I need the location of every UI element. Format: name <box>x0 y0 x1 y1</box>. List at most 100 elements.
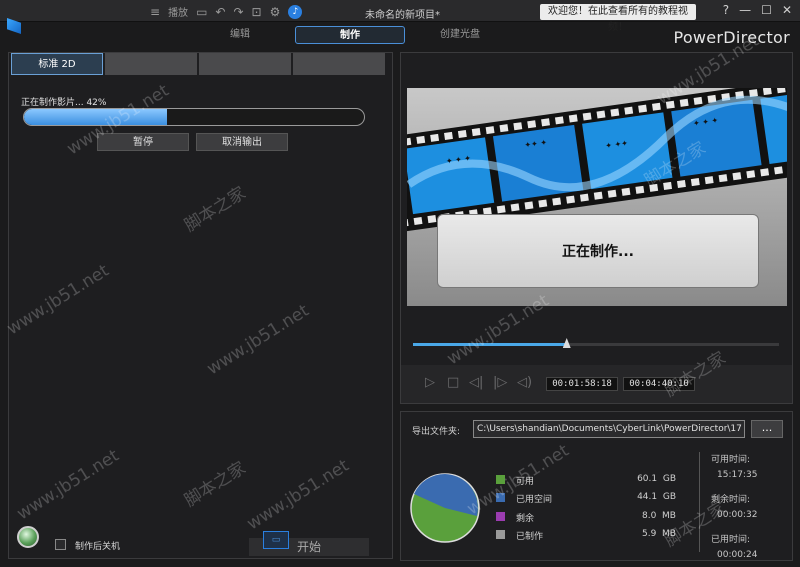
progress-label: 正在制作影片... 42% <box>21 98 107 108</box>
menu-icon[interactable]: ≡ <box>150 5 160 19</box>
film-sprocket <box>566 195 575 204</box>
help-icon[interactable]: ? <box>723 3 729 17</box>
legend-swatch <box>496 475 505 484</box>
film-sprocket <box>732 172 742 181</box>
export-panel: 导出文件夹: C:\Users\shandian\Documents\Cyber… <box>400 411 793 561</box>
film-sprocket <box>651 102 661 111</box>
redo-icon[interactable]: ↷ <box>233 5 243 19</box>
film-sprocket <box>690 178 700 187</box>
screen-icon[interactable]: ▭ <box>196 5 207 19</box>
current-time: 00:01:58:18 <box>546 377 618 391</box>
export-folder-label: 导出文件夹: <box>412 427 461 437</box>
export-folder-path[interactable]: C:\Users\shandian\Documents\CyberLink\Po… <box>473 420 745 438</box>
film-sprocket <box>718 174 728 183</box>
film-sprocket <box>444 131 453 140</box>
format-tabs: 标准 2D <box>11 53 385 75</box>
legend-swatch <box>496 493 505 502</box>
cancel-output-button[interactable]: 取消输出 <box>196 133 288 151</box>
seek-bar[interactable] <box>413 338 779 348</box>
legend-swatch <box>496 530 505 539</box>
elapsed-time-label: 已用时间: <box>711 535 751 545</box>
legend-value: 44.1 GB <box>637 492 676 502</box>
minimize-icon[interactable]: — <box>739 3 751 17</box>
mode-tabs: 编辑 制作 创建光盘 <box>185 26 515 44</box>
film-sprocket <box>624 106 634 115</box>
prev-frame-icon[interactable]: ◁| <box>469 375 483 390</box>
tab-create-disc[interactable]: 创建光盘 <box>405 26 515 44</box>
film-sprocket <box>471 128 481 137</box>
brand-name: PowerDirector <box>673 28 790 47</box>
film-sprocket <box>416 135 426 144</box>
legend-name: 剩余 <box>516 514 535 524</box>
preview-panel: ✦ ✦ ✦ ✦✦ ✦ ✦ ✦✦ ✦ ✦ ✦ 正在制作... ▷ □ ◁| |▷ ◁)… <box>400 52 793 404</box>
project-title: 未命名的新项目* <box>365 10 440 21</box>
film-sprocket <box>554 116 564 125</box>
legend-item: 已制作 5.9 MB <box>496 528 676 542</box>
rendering-status: 正在制作... <box>437 214 759 288</box>
tab-edit[interactable]: 编辑 <box>185 26 295 44</box>
film-sprocket <box>638 104 648 113</box>
toolbar: ≡ 播放 ▭ ↶ ↷ ⊡ ⚙ ♪ <box>150 4 303 19</box>
monitor-icon[interactable]: ⊡ <box>252 5 262 19</box>
film-sprocket <box>582 112 592 121</box>
film-sprocket <box>427 215 437 224</box>
stop-icon[interactable]: □ <box>447 375 459 390</box>
produce-panel: 标准 2D 正在制作影片... 42% 暂停 取消输出 制作后关机 开始 ▭ <box>8 52 393 559</box>
film-sprocket <box>610 108 620 117</box>
film-sprocket <box>676 179 686 189</box>
film-sprocket <box>649 183 659 192</box>
close-icon[interactable]: ✕ <box>782 3 792 17</box>
film-sprocket <box>496 205 506 214</box>
film-sprocket <box>607 189 617 198</box>
pause-button[interactable]: 暂停 <box>97 133 189 151</box>
film-sprocket <box>704 176 714 185</box>
globe-icon[interactable] <box>17 526 39 548</box>
start-button-icon[interactable]: ▭ <box>263 531 289 549</box>
film-sprocket <box>774 166 783 175</box>
film-sprocket <box>499 124 509 133</box>
film-sprocket <box>663 181 673 190</box>
film-sprocket <box>552 197 562 206</box>
disk-usage-pie <box>410 473 480 543</box>
tab-format-3[interactable] <box>199 53 291 75</box>
legend-item: 可用 60.1 GB <box>496 473 676 487</box>
tab-format-4[interactable] <box>293 53 385 75</box>
gear-icon[interactable]: ⚙ <box>270 5 281 19</box>
seek-progress <box>413 343 567 346</box>
remaining-time-value: 00:00:32 <box>717 510 758 520</box>
film-sprocket <box>593 191 603 200</box>
film-sprocket <box>596 110 606 119</box>
film-sprocket <box>457 129 467 139</box>
film-sprocket <box>510 203 520 212</box>
tab-format-2[interactable] <box>105 53 197 75</box>
remaining-time-label: 剩余时间: <box>711 495 751 505</box>
shutdown-checkbox[interactable] <box>55 539 66 550</box>
volume-icon[interactable]: ◁) <box>517 375 532 390</box>
browse-button[interactable]: ... <box>751 420 783 438</box>
tab-standard-2d[interactable]: 标准 2D <box>11 53 103 75</box>
divider <box>699 452 700 552</box>
legend-value: 8.0 MB <box>641 511 676 521</box>
film-sprocket <box>538 199 548 208</box>
elapsed-time-value: 00:00:24 <box>717 550 758 560</box>
tutorial-promo-link[interactable]: 欢迎您！在此查看所有的教程视频！ <box>540 4 696 33</box>
maximize-icon[interactable]: ☐ <box>761 3 772 17</box>
shutdown-checkbox-label: 制作后关机 <box>75 542 121 552</box>
tab-produce[interactable]: 制作 <box>295 26 405 44</box>
film-sprocket <box>541 118 550 127</box>
bell-icon[interactable]: ♪ <box>288 4 303 19</box>
undo-icon[interactable]: ↶ <box>215 5 225 19</box>
film-sprocket <box>568 114 578 123</box>
legend-name: 可用 <box>516 477 535 487</box>
available-time-value: 15:17:35 <box>717 470 758 480</box>
film-sprocket <box>524 201 534 210</box>
play-menu[interactable]: 播放 <box>168 4 188 19</box>
total-time: 00:04:40:10 <box>623 377 695 391</box>
playback-controls: ▷ □ ◁| |▷ ◁) 00:01:58:18 00:04:40:10 <box>401 365 792 403</box>
play-icon[interactable]: ▷ <box>425 375 435 390</box>
progress-fill <box>24 109 167 125</box>
title-bar: ≡ 播放 ▭ ↶ ↷ ⊡ ⚙ ♪ 未命名的新项目* 欢迎您！在此查看所有的教程视… <box>0 0 800 33</box>
next-frame-icon[interactable]: |▷ <box>493 375 507 390</box>
legend-name: 已制作 <box>516 532 544 542</box>
window-controls: ? — ☐ ✕ <box>723 3 792 17</box>
